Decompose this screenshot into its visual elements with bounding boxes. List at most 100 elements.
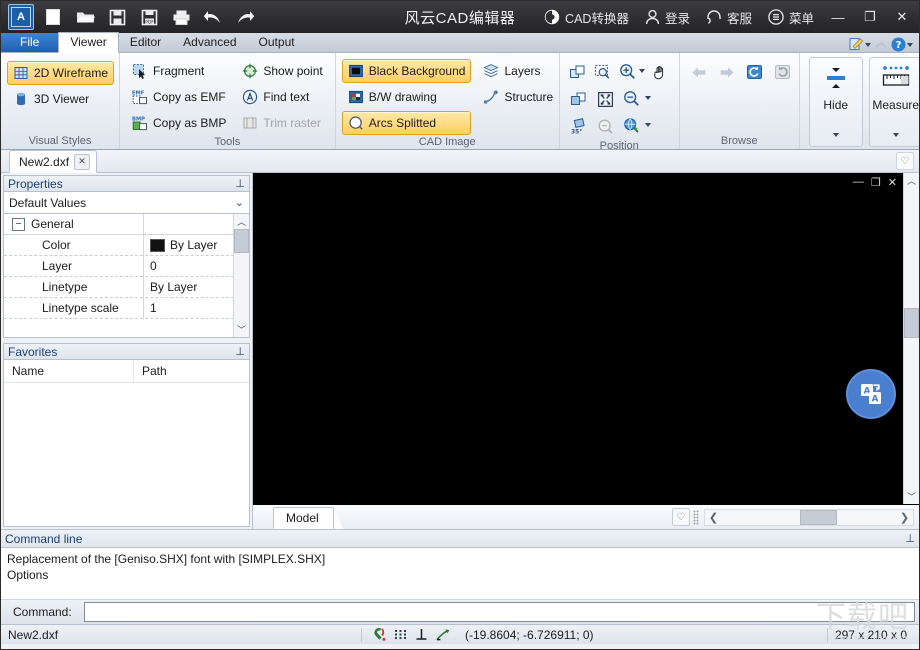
- tab-file[interactable]: File: [1, 33, 59, 52]
- hide-button[interactable]: Hide: [808, 57, 863, 147]
- table-row[interactable]: Color By Layer: [4, 234, 249, 256]
- undo-button[interactable]: [198, 4, 228, 30]
- save-file-button[interactable]: [102, 4, 132, 30]
- scroll-up-arrow-icon[interactable]: ︿: [904, 173, 919, 188]
- zoom-out-button[interactable]: [620, 86, 654, 110]
- button-trim-raster[interactable]: Trim raster: [236, 111, 328, 135]
- button-show-point[interactable]: Show point: [236, 59, 328, 83]
- ribbon-group-browse: Browse: [678, 53, 799, 149]
- measure-button-caret[interactable]: [892, 126, 899, 140]
- reload-button[interactable]: [770, 59, 796, 85]
- hide-button-caret[interactable]: [832, 126, 839, 140]
- login-button[interactable]: 登录: [638, 4, 697, 31]
- button-fragment[interactable]: Fragment: [126, 59, 232, 83]
- forward-button[interactable]: [714, 59, 740, 85]
- print-button[interactable]: [166, 4, 196, 30]
- rotate-35-button[interactable]: 35°: [566, 113, 592, 139]
- help-button[interactable]: ?: [891, 37, 913, 52]
- grid-dots-icon[interactable]: [392, 626, 409, 643]
- canvas-horizontal-scrollbar[interactable]: ❮ ❯: [704, 508, 914, 526]
- document-tab-new2[interactable]: New2.dxf ✕: [9, 150, 98, 173]
- pin-icon[interactable]: ⊥: [905, 532, 915, 545]
- mdi-minimize-button[interactable]: —: [853, 176, 864, 189]
- maximize-button[interactable]: ❐: [855, 2, 885, 32]
- mdi-restore-button[interactable]: ❐: [871, 176, 881, 189]
- menu-button[interactable]: 菜单: [761, 4, 821, 31]
- button-copy-as-emf[interactable]: EMF Copy as EMF: [126, 85, 232, 109]
- translate-button[interactable]: A A: [846, 369, 896, 419]
- button-black-background[interactable]: Black Background: [341, 59, 472, 83]
- tab-viewer[interactable]: Viewer: [58, 32, 119, 53]
- sheet-tab-model[interactable]: Model: [273, 507, 334, 529]
- back-button[interactable]: [686, 59, 712, 85]
- button-2d-wireframe[interactable]: 2D Wireframe: [7, 61, 115, 85]
- command-log[interactable]: Replacement of the [Geniso.SHX] font wit…: [1, 548, 919, 600]
- button-find-text[interactable]: Find text: [236, 85, 328, 109]
- button-layers-label: Layers: [504, 64, 541, 78]
- cad-converter-button[interactable]: CAD转换器: [537, 4, 636, 31]
- scrollbar-thumb[interactable]: [904, 308, 919, 339]
- scroll-down-arrow-icon[interactable]: ﹀: [234, 322, 249, 337]
- favorites-column-path[interactable]: Path: [134, 360, 167, 382]
- table-row[interactable]: Linetype scale 1: [4, 297, 249, 319]
- scroll-right-arrow-icon[interactable]: ❯: [896, 511, 913, 524]
- app-logo-button[interactable]: A: [6, 4, 36, 30]
- zoom-in-caret: [638, 69, 645, 73]
- canvas-vertical-scrollbar[interactable]: ︿ ﹀: [903, 173, 919, 504]
- button-arcs-splitted[interactable]: Arcs Splitted: [341, 111, 472, 135]
- quick-style-button[interactable]: [849, 37, 871, 52]
- scroll-left-arrow-icon[interactable]: ❮: [705, 511, 722, 524]
- support-button[interactable]: 客服: [699, 4, 759, 31]
- tab-advanced[interactable]: Advanced: [172, 33, 247, 52]
- button-3d-viewer[interactable]: 3D Viewer: [7, 87, 114, 111]
- open-file-button[interactable]: [70, 4, 100, 30]
- zoom-in-button[interactable]: [616, 59, 648, 83]
- splitter-grip[interactable]: [693, 509, 699, 525]
- document-tab-close-icon[interactable]: ✕: [74, 153, 91, 170]
- pan-to-front-button[interactable]: [566, 59, 590, 85]
- scroll-up-arrow-icon[interactable]: ︿: [234, 214, 249, 229]
- cylinder-3d-icon: [13, 91, 29, 107]
- properties-value-selector[interactable]: Default Values ⌄: [3, 192, 250, 214]
- scrollbar-thumb[interactable]: [800, 509, 837, 525]
- tab-editor[interactable]: Editor: [119, 33, 172, 52]
- table-row[interactable]: Layer 0: [4, 255, 249, 277]
- new-file-button[interactable]: [38, 4, 68, 30]
- pin-icon[interactable]: ⊥: [235, 345, 245, 358]
- zoom-extents-button[interactable]: [593, 86, 619, 112]
- table-row[interactable]: Linetype By Layer: [4, 276, 249, 298]
- properties-grid-scrollbar[interactable]: ︿ ﹀: [233, 214, 249, 337]
- save-as-pdf-button[interactable]: PDF: [134, 4, 164, 30]
- scrollbar-thumb[interactable]: [234, 229, 249, 253]
- refresh-button[interactable]: [742, 59, 768, 85]
- collapse-ribbon-button[interactable]: [874, 39, 888, 51]
- properties-group-row[interactable]: − General: [4, 214, 249, 235]
- scroll-down-arrow-icon[interactable]: ﹀: [904, 489, 919, 504]
- favorites-column-name[interactable]: Name: [4, 360, 134, 382]
- favorites-list[interactable]: Name Path: [3, 360, 250, 527]
- minimize-button[interactable]: —: [823, 2, 853, 32]
- tab-output[interactable]: Output: [248, 33, 306, 52]
- pan-hand-button[interactable]: [649, 59, 673, 85]
- group-expander-icon[interactable]: −: [12, 217, 25, 231]
- command-input[interactable]: [83, 602, 915, 622]
- close-button[interactable]: ✕: [887, 2, 917, 32]
- osnap-magnet-icon[interactable]: [371, 626, 388, 643]
- button-bw-drawing[interactable]: B/W drawing: [342, 85, 472, 109]
- zoom-previous-button[interactable]: [593, 113, 619, 139]
- button-copy-as-bmp[interactable]: BMP Copy as BMP: [126, 111, 232, 135]
- send-back-button[interactable]: [566, 86, 592, 112]
- drawing-canvas[interactable]: — ❐ ✕ A A: [253, 173, 903, 504]
- button-layers[interactable]: Layers: [477, 59, 559, 83]
- polar-tracking-icon[interactable]: [434, 626, 451, 643]
- pin-icon[interactable]: ⊥: [235, 177, 245, 190]
- ortho-perpendicular-icon[interactable]: [413, 626, 430, 643]
- redo-button[interactable]: [230, 4, 260, 30]
- zoom-all-button[interactable]: [620, 113, 654, 137]
- button-structure[interactable]: Structure: [477, 85, 559, 109]
- sheet-options-button[interactable]: ♡: [672, 508, 690, 526]
- measure-button[interactable]: Measure: [868, 57, 919, 147]
- zoom-window-button[interactable]: [591, 59, 615, 85]
- heart-icon[interactable]: ♡: [896, 152, 914, 170]
- mdi-close-button[interactable]: ✕: [888, 176, 897, 189]
